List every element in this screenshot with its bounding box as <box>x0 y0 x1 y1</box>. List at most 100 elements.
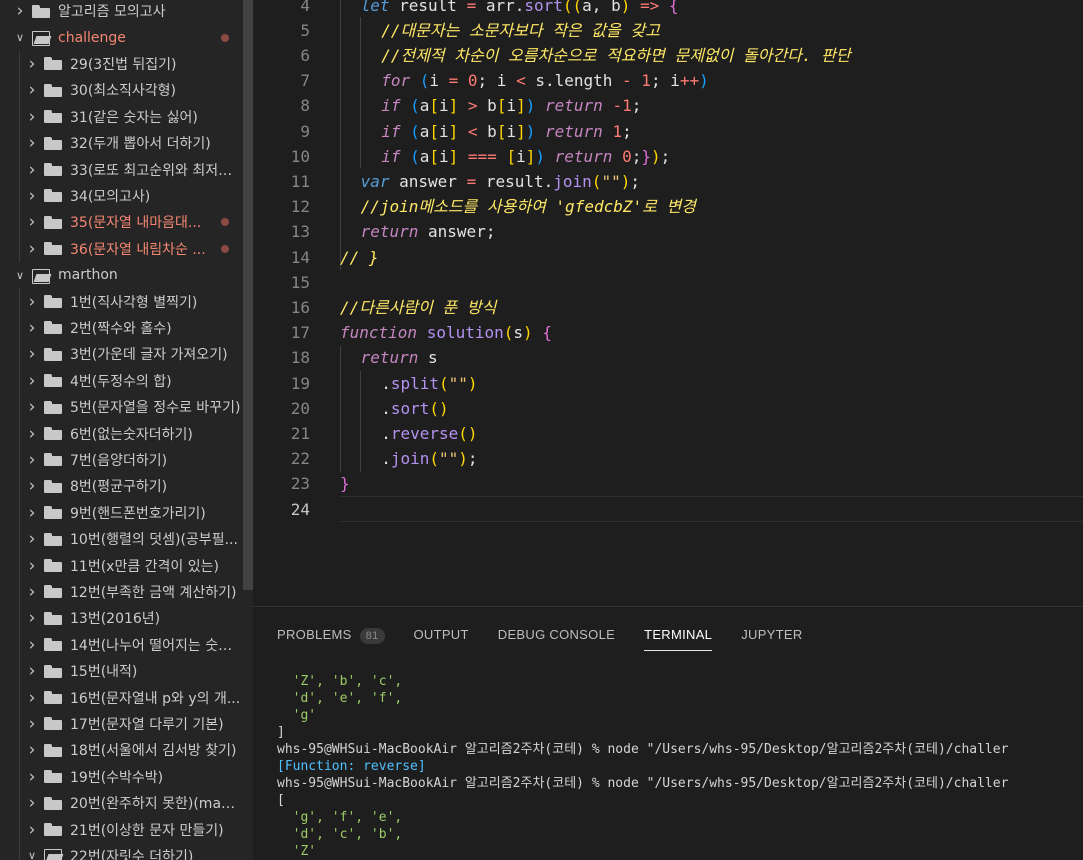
subfolder-item[interactable]: › 13번(2016년) <box>0 605 243 632</box>
subfolder-item[interactable]: › 9번(핸드폰번호가리기) <box>0 499 243 526</box>
chevron-right-icon[interactable]: › <box>26 239 38 259</box>
code-line[interactable]: 5 //대문자는 소문자보다 작은 값을 갖고 <box>253 18 1083 43</box>
chevron-down-icon[interactable]: ∨ <box>14 269 26 282</box>
code-line[interactable]: 6 //전제적 차순이 오름차순으로 적요하면 문제없이 돌아간다. 판단 <box>253 43 1083 68</box>
chevron-right-icon[interactable]: › <box>26 397 38 417</box>
chevron-right-icon[interactable]: › <box>26 476 38 496</box>
code-line[interactable]: 16 //다른사람이 푼 방식 <box>253 295 1083 320</box>
tab-terminal[interactable]: TERMINAL <box>644 621 713 651</box>
subfolder-item[interactable]: › 12번(부족한 금액 계산하기) <box>0 578 243 606</box>
chevron-down-icon[interactable]: ∨ <box>26 849 38 860</box>
chevron-right-icon[interactable]: › <box>26 107 38 127</box>
folder-item[interactable]: ∨ marthon <box>0 262 243 288</box>
subfolder-item[interactable]: › 19번(수박수박) <box>0 763 243 790</box>
subfolder-item[interactable]: › 32(두개 뽑아서 더하기) <box>0 130 243 157</box>
chevron-right-icon[interactable]: › <box>26 450 38 470</box>
subfolder-item[interactable]: › 31(같은 숫자는 싫어) <box>0 103 243 130</box>
code-line[interactable]: 21 .reverse() <box>253 421 1083 446</box>
chevron-right-icon[interactable]: › <box>26 318 38 338</box>
code-line[interactable]: 9 if (a[i] < b[i]) return 1; <box>253 119 1083 144</box>
chevron-right-icon[interactable]: › <box>26 529 38 549</box>
subfolder-item[interactable]: › 34(모의고사) <box>0 182 243 210</box>
code-editor[interactable]: 4 let result = arr.sort((a, b) => {5//대문자… <box>253 0 1083 606</box>
chevron-right-icon[interactable]: › <box>26 292 38 312</box>
chevron-right-icon[interactable]: › <box>26 54 38 74</box>
subfolder-item[interactable]: › 33(로또 최고순위와 최저순... <box>0 156 243 183</box>
chevron-right-icon[interactable]: › <box>26 582 38 602</box>
chevron-right-icon[interactable]: › <box>26 793 38 813</box>
subfolder-item[interactable]: › 8번(평균구하기) <box>0 473 243 500</box>
subfolder-item[interactable]: › 16번(문자열내 p와 y의 개... <box>0 684 243 711</box>
subfolder-item[interactable]: › 35(문자열 내마음대... <box>0 209 243 236</box>
code-line[interactable]: 19 .split("") <box>253 371 1083 396</box>
code-line[interactable]: 12 //join메소드를 사용하여 'gfedcbZ'로 변경 <box>253 194 1083 219</box>
chevron-right-icon[interactable]: › <box>26 80 38 100</box>
code-line[interactable]: 23} <box>253 471 1083 496</box>
code-line[interactable]: 8 if (a[i] > b[i]) return -1; <box>253 93 1083 118</box>
code-line[interactable]: 11 var answer = result.join(""); <box>253 169 1083 194</box>
folder-item[interactable]: ∨ challenge <box>0 24 243 50</box>
code-line[interactable]: 14 // } <box>253 245 1083 270</box>
code-line[interactable]: 15 <box>253 270 1083 295</box>
subfolder-item[interactable]: › 2번(짝수와 홀수) <box>0 314 243 342</box>
chevron-right-icon[interactable]: › <box>26 661 38 681</box>
code-line[interactable]: 22 .join(""); <box>253 446 1083 471</box>
subfolder-item[interactable]: › 14번(나누어 떨어지는 숫자... <box>0 631 243 658</box>
tree-indent-guide <box>19 341 20 368</box>
subfolder-item[interactable]: › 5번(문자열을 정수로 바꾸기) <box>0 394 243 421</box>
sidebar-scrollbar[interactable] <box>243 0 253 590</box>
folder-label: 18번(서울에서 김서방 찾기) <box>70 743 237 760</box>
subfolder-item[interactable]: › 3번(가운데 글자 가져오기) <box>0 341 243 368</box>
chevron-right-icon[interactable]: › <box>26 424 38 444</box>
code-text: .sort() <box>381 396 448 421</box>
chevron-right-icon[interactable]: › <box>26 556 38 576</box>
subfolder-item[interactable]: › 10번(행렬의 덧셈)(공부필... <box>0 526 243 553</box>
subfolder-item[interactable]: › 4번(두정수의 합) <box>0 367 243 394</box>
tab-debug-console[interactable]: DEBUG CONSOLE <box>498 621 615 651</box>
code-line[interactable]: 4 let result = arr.sort((a, b) => { <box>253 0 1083 18</box>
folder-item[interactable]: › 알고리즘 모의고사 <box>0 0 243 24</box>
chevron-right-icon[interactable]: › <box>26 608 38 628</box>
code-line[interactable]: 24 <box>253 497 1083 522</box>
subfolder-item[interactable]: ∨ 22번(자릿수 더하기) <box>0 842 243 860</box>
subfolder-item[interactable]: › 15번(내적) <box>0 658 243 685</box>
subfolder-item[interactable]: › 11번(x만큼 간격이 있는) <box>0 552 243 579</box>
subfolder-item[interactable]: › 20번(완주하지 못한)(map... <box>0 790 243 817</box>
folder-label: challenge <box>58 29 126 46</box>
code-line[interactable]: 13 return answer; <box>253 219 1083 244</box>
subfolder-item[interactable]: › 18번(서울에서 김서방 찾기) <box>0 737 243 764</box>
code-line[interactable]: 7 for (i = 0; i < s.length - 1; i++) <box>253 68 1083 93</box>
subfolder-item[interactable]: › 1번(직사각형 별찍기) <box>0 288 243 315</box>
tab-output[interactable]: OUTPUT <box>414 621 469 651</box>
subfolder-item[interactable]: › 30(최소직사각형) <box>0 77 243 104</box>
terminal-output[interactable]: 'Z', 'b', 'c', 'd', 'e', 'f', 'g'] whs-95… <box>277 673 1083 860</box>
subfolder-item[interactable]: › 6번(없는숫자더하기) <box>0 420 243 447</box>
subfolder-item[interactable]: › 17번(문자열 다루기 기본) <box>0 710 243 738</box>
chevron-right-icon[interactable]: › <box>26 344 38 364</box>
chevron-right-icon[interactable]: › <box>26 740 38 760</box>
chevron-right-icon[interactable]: › <box>26 635 38 655</box>
chevron-right-icon[interactable]: › <box>26 767 38 787</box>
chevron-right-icon[interactable]: › <box>14 1 26 21</box>
code-line[interactable]: 20 .sort() <box>253 396 1083 421</box>
chevron-right-icon[interactable]: › <box>26 820 38 840</box>
chevron-right-icon[interactable]: › <box>26 212 38 232</box>
chevron-right-icon[interactable]: › <box>26 186 38 206</box>
code-line[interactable]: 18 return s <box>253 345 1083 370</box>
subfolder-item[interactable]: › 21번(이상한 문자 만들기) <box>0 816 243 843</box>
subfolder-item[interactable]: › 36(문자열 내림차순 ... <box>0 235 243 262</box>
chevron-right-icon[interactable]: › <box>26 133 38 153</box>
subfolder-item[interactable]: › 29(3진법 뒤집기) <box>0 50 243 78</box>
subfolder-item[interactable]: › 7번(음양더하기) <box>0 446 243 474</box>
line-number: 22 <box>290 449 310 469</box>
code-line[interactable]: 17 function solution(s) { <box>253 320 1083 345</box>
chevron-right-icon[interactable]: › <box>26 371 38 391</box>
tab-problems[interactable]: PROBLEMS 81 <box>277 621 385 651</box>
code-line[interactable]: 10 if (a[i] === [i]) return 0;}); <box>253 144 1083 169</box>
chevron-right-icon[interactable]: › <box>26 714 38 734</box>
chevron-right-icon[interactable]: › <box>26 688 38 708</box>
chevron-down-icon[interactable]: ∨ <box>14 31 26 44</box>
chevron-right-icon[interactable]: › <box>26 503 38 523</box>
chevron-right-icon[interactable]: › <box>26 160 38 180</box>
tab-jupyter[interactable]: JUPYTER <box>741 621 802 651</box>
